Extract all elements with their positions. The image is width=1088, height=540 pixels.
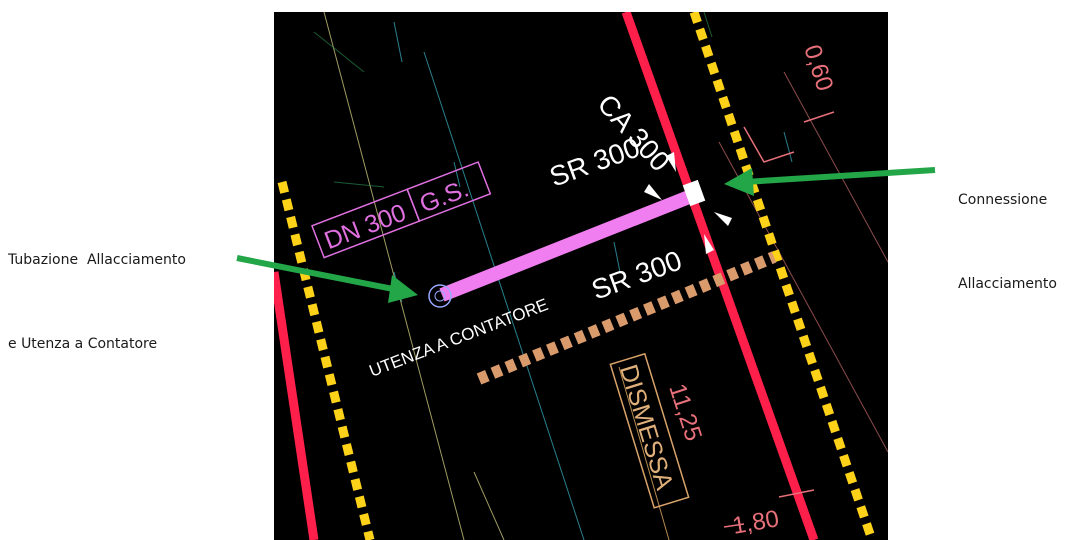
callout-arrows [236, 167, 936, 303]
arrow-left [236, 255, 418, 303]
arrow-right [724, 167, 936, 196]
